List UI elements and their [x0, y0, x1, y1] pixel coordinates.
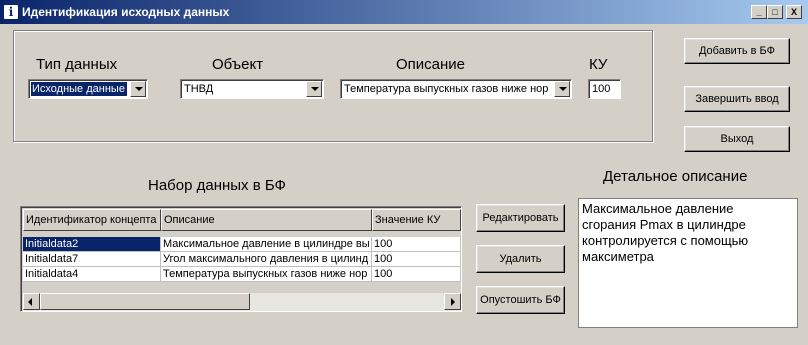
cell-description: Максимальное давление в цилиндре вы: [161, 237, 372, 252]
exit-button[interactable]: Выход: [684, 126, 790, 152]
data-type-label: Тип данных: [36, 56, 118, 73]
detail-text: Максимальное давление сгорания Pmax в ци…: [582, 201, 749, 264]
description-value: Температура выпускных газов ниже нор: [344, 83, 549, 95]
table-header: Идентификатор концепта Описание Значение…: [23, 209, 461, 231]
edit-button[interactable]: Редактировать: [476, 204, 565, 232]
exit-label: Выход: [720, 133, 754, 145]
chevron-down-icon[interactable]: [130, 81, 146, 97]
chevron-down-icon[interactable]: [306, 81, 322, 97]
delete-button[interactable]: Удалить: [476, 245, 565, 273]
dataset-table[interactable]: Идентификатор концепта Описание Значение…: [20, 206, 462, 312]
column-header-ku[interactable]: Значение КУ: [372, 209, 461, 231]
column-header-description[interactable]: Описание: [161, 209, 372, 231]
object-label: Объект: [212, 56, 264, 73]
finish-input-button[interactable]: Завершить ввод: [684, 86, 790, 112]
cell-ku: 100: [372, 267, 461, 282]
cell-id: Initialdata7: [23, 252, 161, 267]
clear-bf-button[interactable]: Опустошить БФ: [476, 286, 565, 314]
cell-id: Initialdata2: [23, 237, 161, 252]
window-title: Идентификация исходных данных: [22, 5, 230, 19]
description-select[interactable]: Температура выпускных газов ниже нор: [340, 79, 572, 99]
minimize-button[interactable]: _: [751, 5, 767, 19]
table-row[interactable]: Initialdata4 Температура выпускных газов…: [23, 267, 461, 282]
cell-ku: 100: [372, 237, 461, 252]
ku-label: КУ: [589, 56, 608, 73]
data-type-value: Исходные данные: [31, 82, 127, 96]
horizontal-scrollbar[interactable]: [23, 293, 461, 311]
edit-label: Редактировать: [482, 212, 559, 224]
app-info-icon[interactable]: i: [3, 4, 19, 20]
cell-ku: 100: [372, 252, 461, 267]
ku-value: 100: [592, 83, 611, 95]
column-header-id[interactable]: Идентификатор концепта: [23, 209, 161, 231]
finish-input-label: Завершить ввод: [695, 93, 779, 105]
dataset-heading: Набор данных в БФ: [148, 177, 286, 194]
add-to-bf-button[interactable]: Добавить в БФ: [684, 38, 790, 64]
detail-text-area[interactable]: Максимальное давление сгорания Pmax в ци…: [578, 198, 798, 328]
description-label: Описание: [396, 56, 466, 73]
scroll-right-icon[interactable]: [444, 293, 461, 310]
chevron-down-icon[interactable]: [554, 81, 570, 97]
close-button[interactable]: X: [786, 5, 802, 19]
ku-input[interactable]: 100: [588, 79, 621, 99]
clear-bf-label: Опустошить БФ: [480, 294, 561, 306]
title-bar: i Идентификация исходных данных _ □ X: [0, 0, 808, 24]
cell-description: Температура выпускных газов ниже нор: [161, 267, 372, 282]
add-to-bf-label: Добавить в БФ: [698, 45, 776, 57]
scroll-thumb[interactable]: [40, 293, 250, 310]
delete-label: Удалить: [499, 253, 542, 265]
cell-id: Initialdata4: [23, 267, 161, 282]
object-value: ТНВД: [184, 83, 214, 95]
object-select[interactable]: ТНВД: [180, 79, 324, 99]
table-row[interactable]: Initialdata7 Угол максимального давления…: [23, 252, 461, 267]
maximize-button[interactable]: □: [767, 5, 783, 19]
scroll-left-icon[interactable]: [23, 293, 40, 310]
data-type-select[interactable]: Исходные данные: [28, 79, 148, 99]
detail-heading: Детальное описание: [603, 168, 748, 185]
table-row[interactable]: Initialdata2 Максимальное давление в цил…: [23, 237, 461, 252]
cell-description: Угол максимального давления в цилинд: [161, 252, 372, 267]
